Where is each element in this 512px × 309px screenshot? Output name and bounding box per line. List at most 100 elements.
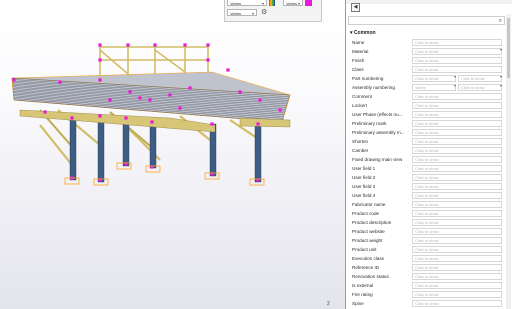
property-value-field[interactable]: Click to show [412,192,502,199]
model-viewport[interactable]: Varies ▾ Varies ▾ Varies ▾ ⚙ 2 [0,0,345,309]
property-label: Preliminary assembly m... [352,130,405,135]
property-value-field[interactable]: Click to show [412,237,502,244]
property-value-field[interactable]: Click to show [412,129,502,136]
selection-handle [153,43,157,47]
view-toolbar: Varies ▾ Varies ▾ Varies ▾ ⚙ [224,0,322,22]
property-value-field[interactable]: Click to show [412,174,502,181]
search-input[interactable]: ⌕ [348,16,505,25]
property-row: Assembly numbering varies ▾ Click to show ▾ [346,83,504,92]
property-value-field[interactable]: Click to show [412,300,502,307]
selection-handle [138,96,142,100]
property-label: Part numbering [352,76,384,81]
property-label: User field 2 [352,175,376,180]
property-label: Renovation status [352,274,389,279]
property-value-field[interactable]: varies [412,84,456,91]
property-row: Preliminary mark Click to show [346,119,504,128]
property-value-field[interactable]: Click to show [412,201,502,208]
property-value-field-secondary[interactable]: Click to show [458,84,502,91]
property-value-field[interactable]: Click to show [412,66,502,73]
selection-handle [126,43,130,47]
property-value-field[interactable]: Click to show [412,138,502,145]
property-value-field[interactable]: Click to show [412,48,502,55]
property-row: Fire rating Click to show [346,290,504,299]
page-indicator: 2 [327,301,330,307]
property-value-field[interactable]: Click to show [412,39,502,46]
property-row: Product weight Click to show [346,236,504,245]
property-value-field[interactable]: Click to show [412,246,502,253]
chevron-down-icon[interactable]: ▾ [454,83,456,88]
triangle-left-icon[interactable]: ◀ [351,3,360,12]
color-swatch-icon[interactable] [269,0,275,6]
property-label: Fire rating [352,292,373,297]
selection-handle [148,98,152,102]
property-value-field-secondary[interactable]: Click to show [458,75,502,82]
property-label: Reference ID [352,265,380,270]
property-row: Finish Click to show [346,56,504,65]
property-value-field[interactable]: Click to show [412,120,502,127]
property-value-field[interactable]: Click to show [412,147,502,154]
property-value-field[interactable]: Click to show [412,183,502,190]
chevron-down-icon[interactable]: ▾ [500,83,502,88]
steel-structure-model[interactable] [0,0,345,309]
selection-handle [70,116,74,120]
property-row: User field 1 Click to show [346,164,504,173]
property-value-field[interactable]: Click to show [412,102,502,109]
property-row: Material Click to show ▾ [346,47,504,56]
property-label: Comment [352,94,372,99]
property-row: Renovation status Click to show [346,272,504,281]
property-value-field[interactable]: Click to show [412,210,502,217]
property-row: Lockert Click to show [346,101,504,110]
selection-handle [206,58,210,62]
property-value-field[interactable]: Click to show [412,264,502,271]
chevron-down-icon[interactable]: ▾ [454,74,456,79]
chevron-down-icon[interactable]: ▾ [500,47,502,52]
panel-scrollbar[interactable] [506,14,511,309]
property-value-field[interactable]: Click to show [412,156,502,163]
property-value-field[interactable]: Click to show [412,219,502,226]
property-select-top-right[interactable]: Varies ▾ [283,0,303,6]
property-label: Product weight [352,238,383,243]
property-row: Shorten Click to show [346,137,504,146]
property-value-field[interactable]: Click to show [412,273,502,280]
highlight-color-icon[interactable] [305,0,312,6]
property-label: Product unit [352,247,377,252]
property-label: Product website [352,229,385,234]
selection-handle [98,43,102,47]
property-label: Fabricator name [352,202,386,207]
property-label: Is external [352,283,374,288]
property-select-top[interactable]: Varies ▾ [227,0,267,6]
property-value-field[interactable]: Click to show [412,228,502,235]
property-value-field[interactable]: Click to show [412,93,502,100]
selection-handle [183,43,187,47]
property-value-field[interactable]: Click to show [412,57,502,64]
property-select-bottom[interactable]: Varies ▾ [227,9,257,16]
property-label: User field 1 [352,166,376,171]
selection-handle [124,116,128,120]
property-row: Product code Click to show [346,209,504,218]
property-label: Material [352,49,369,54]
property-value-field[interactable]: Click to show [412,111,502,118]
property-value-field[interactable]: Click to show [412,291,502,298]
search-icon[interactable]: ⌕ [499,17,502,25]
property-row: Fabricator name Click to show [346,200,504,209]
gear-icon[interactable]: ⚙ [261,9,267,16]
section-header-common[interactable]: ▾ Common [350,30,376,36]
selection-handle [210,122,214,126]
selection-handle [206,43,210,47]
selection-handle [108,98,112,102]
property-row: Product website Click to show [346,227,504,236]
property-row: Execution class Click to show [346,254,504,263]
property-value-field[interactable]: Click to show [412,255,502,262]
property-row: Class Click to show [346,65,504,74]
property-value-field[interactable]: Click to show [412,165,502,172]
property-row: Product unit Click to show [346,245,504,254]
property-value-field[interactable]: Click to show [412,75,456,82]
property-row: Part numbering Click to show ▾ Click to sho… [346,74,504,83]
property-label: Assembly numbering [352,85,395,90]
property-label: Name [352,40,365,45]
chevron-down-icon[interactable]: ▾ [500,74,502,79]
scrollbar-thumb[interactable] [507,18,510,78]
chevron-down-icon: ▾ [261,1,264,6]
property-value-field[interactable]: Click to show [412,282,502,289]
selection-handle [150,120,154,124]
